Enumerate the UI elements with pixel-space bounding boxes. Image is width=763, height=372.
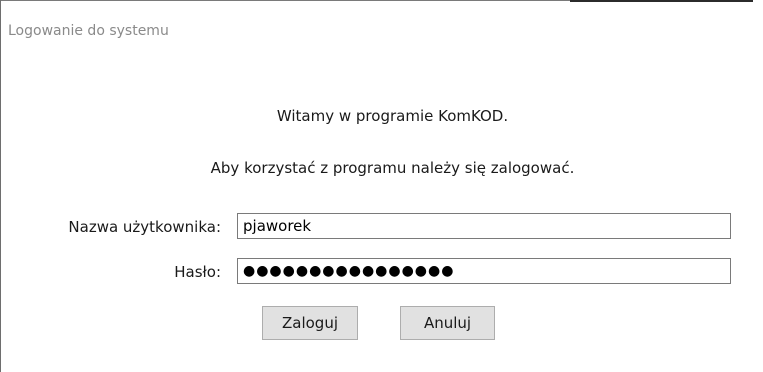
window-left-border — [0, 0, 1, 372]
dialog-title: Logowanie do systemu — [8, 23, 169, 39]
cancel-button[interactable]: Anuluj — [400, 306, 495, 340]
instruction-text: Aby korzystać z programu należy się zalo… — [210, 159, 575, 177]
password-label: Hasło: — [174, 263, 221, 281]
username-field[interactable] — [237, 213, 731, 239]
welcome-text: Witamy w programie KomKOD. — [276, 107, 509, 125]
password-field[interactable] — [237, 258, 731, 284]
welcome-message: Witamy w programie KomKOD. — [0, 107, 763, 125]
username-label: Nazwa użytkownika: — [68, 218, 221, 236]
login-dialog: Logowanie do systemu Witamy w programie … — [0, 0, 763, 372]
login-button[interactable]: Zaloguj — [262, 306, 358, 340]
window-top-border-accent — [570, 0, 753, 2]
login-instruction: Aby korzystać z programu należy się zalo… — [0, 159, 763, 177]
